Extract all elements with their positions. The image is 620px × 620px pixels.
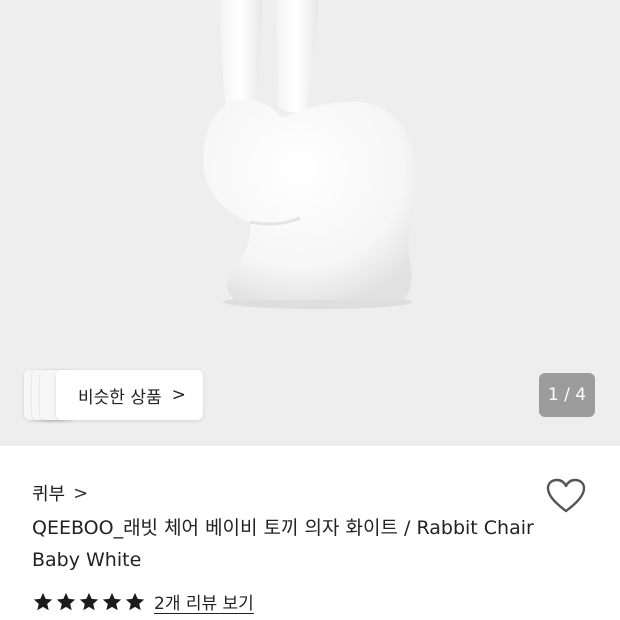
similar-products-label: 비슷한 상품 (78, 387, 162, 408)
star-rating (32, 591, 146, 613)
image-pager: 1 / 4 (539, 373, 595, 417)
star-filled-icon (125, 592, 145, 610)
star-filled-icon (79, 592, 99, 610)
chevron-right-icon: > (171, 385, 186, 405)
star-filled-icon (56, 592, 76, 610)
similar-products-button[interactable]: 비슷한 상품 > (56, 370, 203, 420)
brand-name: 퀴부 (32, 484, 66, 505)
chevron-right-icon: > (73, 482, 89, 504)
product-image-gallery[interactable]: 비슷한 상품 > 1 / 4 (0, 0, 620, 446)
star-filled-icon (102, 592, 122, 610)
reviews-link[interactable]: 2개 리뷰 보기 (154, 589, 254, 614)
star-filled-icon (33, 592, 53, 610)
heart-outline-icon[interactable] (546, 478, 586, 514)
rating-row: 2개 리뷰 보기 (32, 589, 254, 614)
product-title: QEEBOO_래빗 체어 베이비 토끼 의자 화이트 / Rabbit Chai… (32, 517, 534, 571)
brand-link[interactable]: 퀴부 > (32, 480, 88, 506)
